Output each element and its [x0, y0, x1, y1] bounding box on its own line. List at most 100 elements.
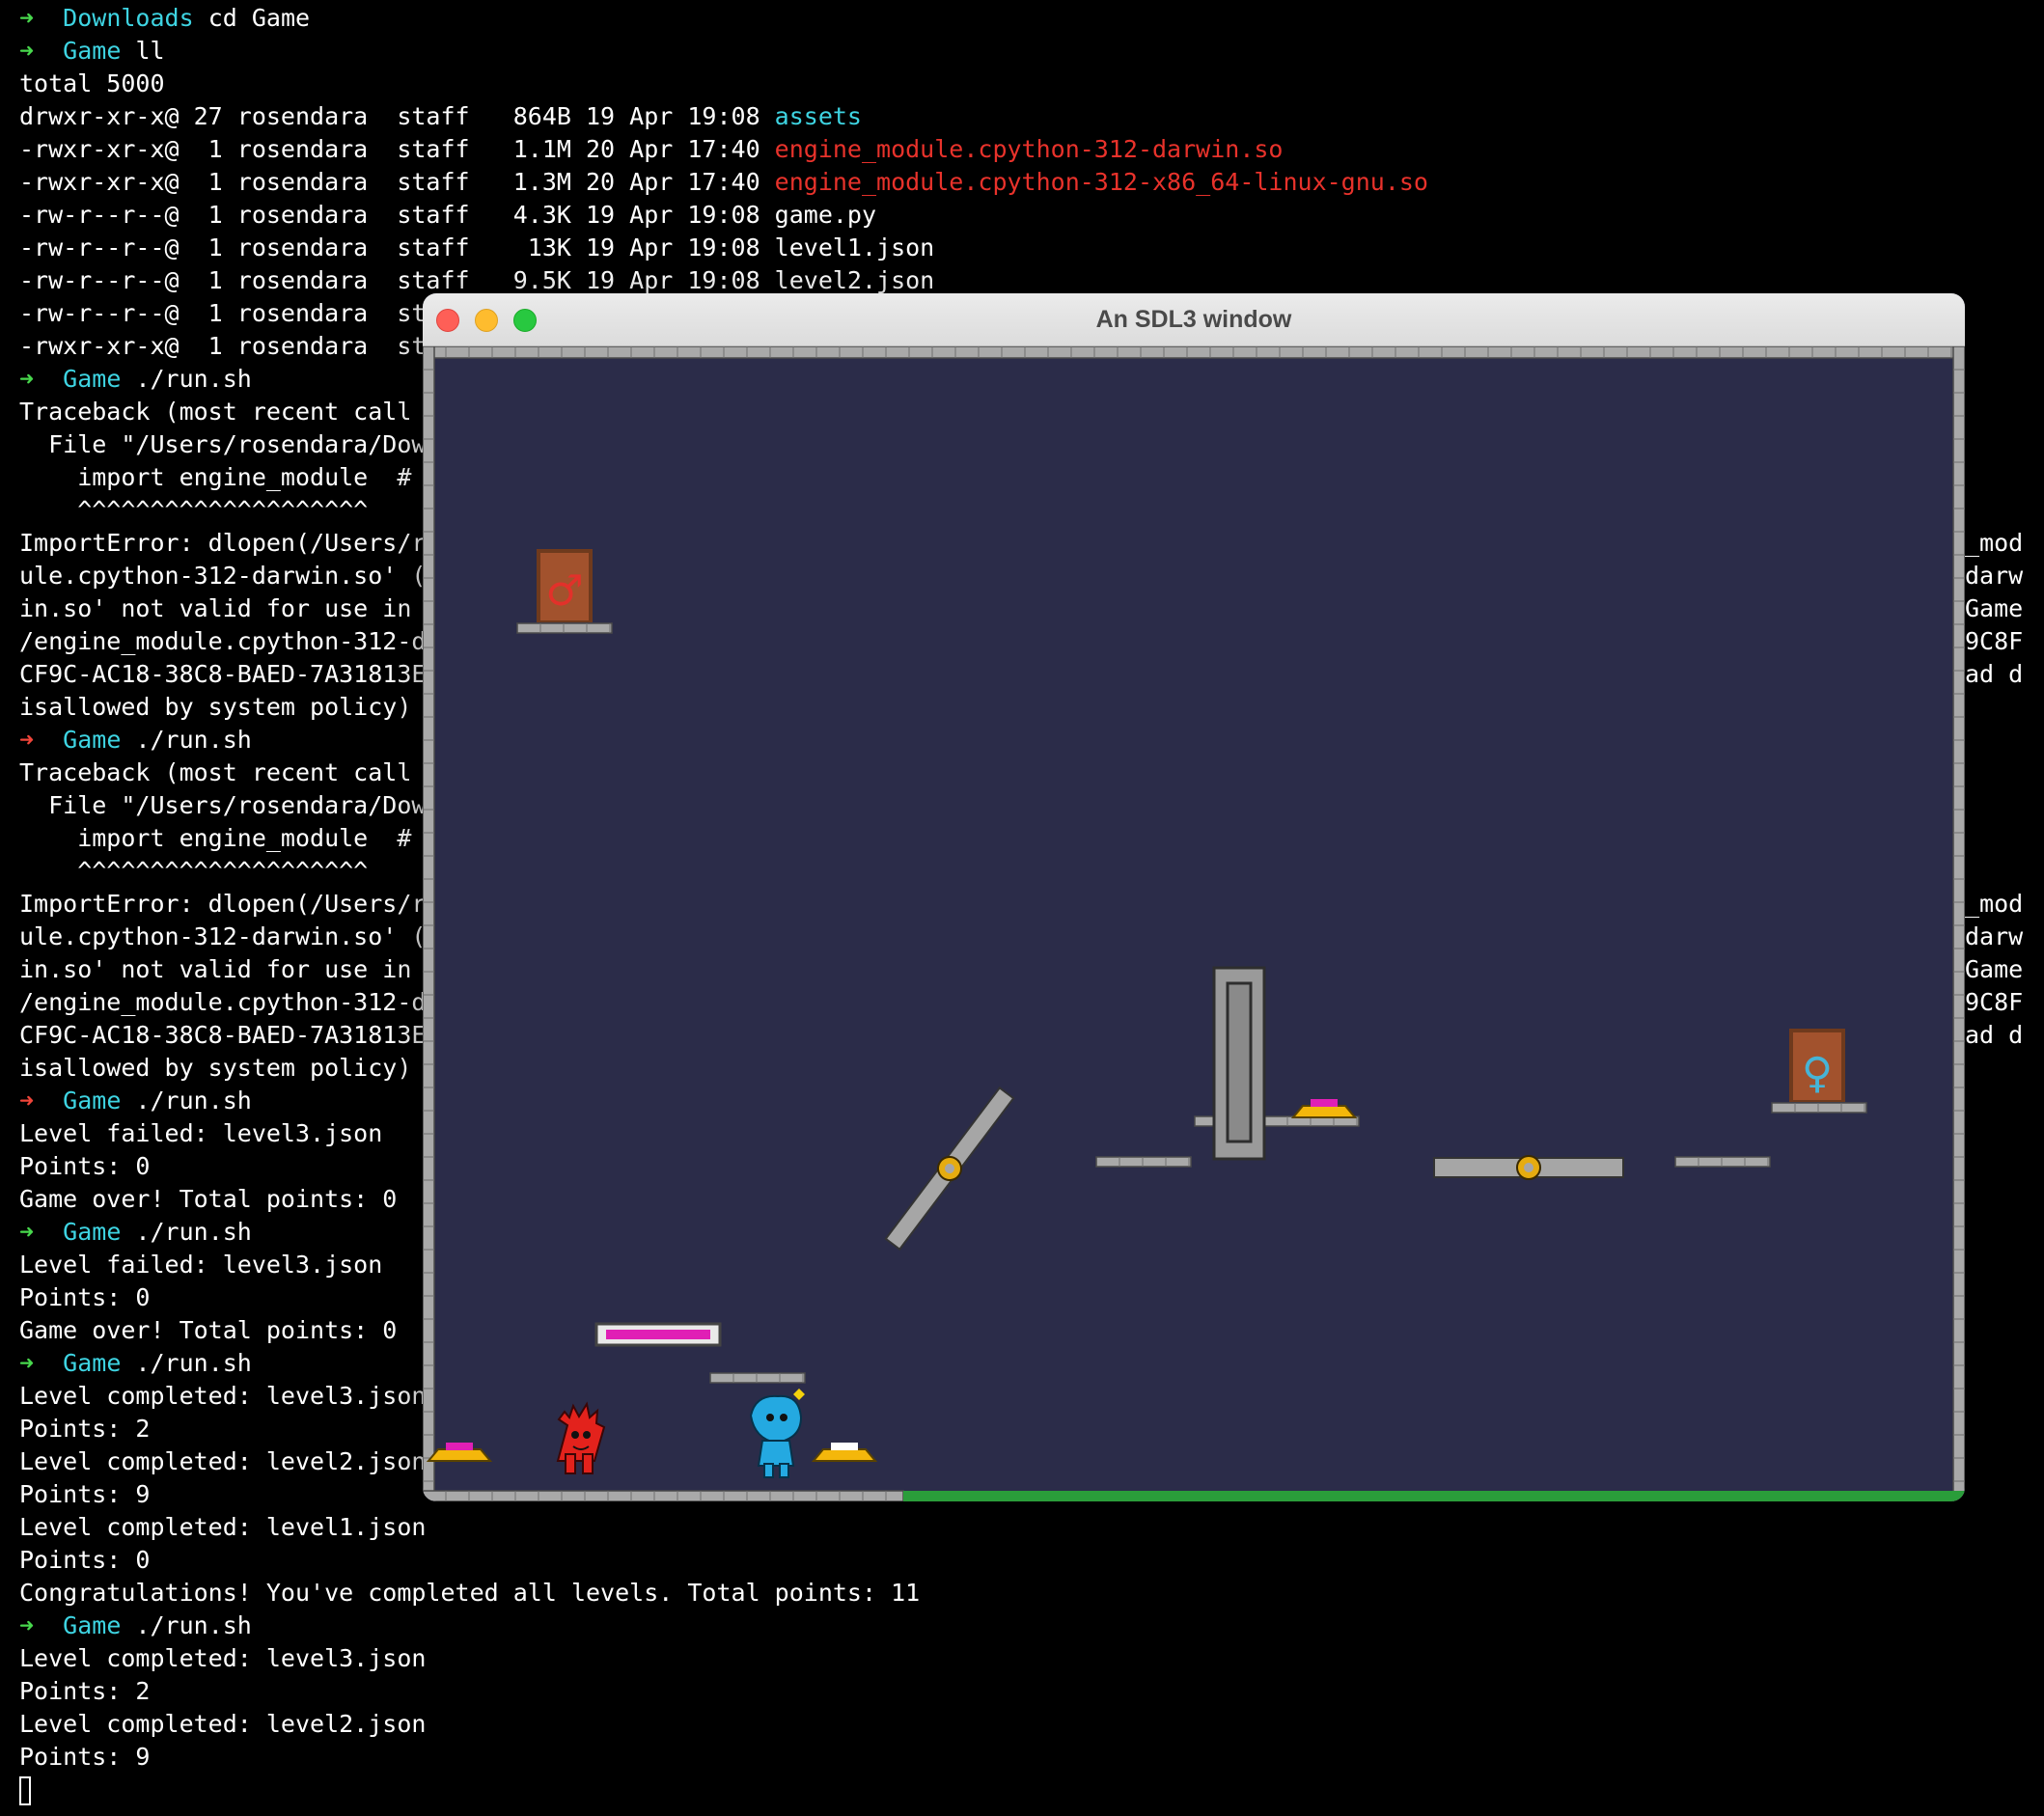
prompt-directory: Game	[63, 726, 122, 754]
prompt-arrow-icon: ➜	[19, 365, 35, 393]
output-text: -rw-r--r--@ 1 rosendara staf	[19, 299, 456, 327]
output-line: ule.cpython-312-darwin.so' (cc	[19, 921, 456, 953]
prompt-line: ➜ Game ./run.sh	[19, 1610, 252, 1642]
output-text: /engine_module.cpython-312-dar	[19, 988, 456, 1016]
output-text: in.so' not valid for use in pr	[19, 955, 456, 983]
output-text: import engine_module # As	[19, 824, 456, 852]
output-text: Points: 0	[19, 1283, 151, 1311]
output-text: Points: 2	[19, 1415, 151, 1443]
window-titlebar[interactable]: An SDL3 window	[423, 293, 1965, 346]
output-line: CF9C-AC18-38C8-BAED-7A31813EAE	[19, 1019, 456, 1052]
game-canvas[interactable]: ♂ ♀	[423, 346, 1965, 1501]
output-line: Points: 9	[19, 1478, 150, 1511]
output-text: -rwxr-xr-x@ 1 rosendara staf	[19, 332, 456, 360]
prompt-command: ./run.sh	[121, 1218, 252, 1246]
prompt-arrow-icon: ➜	[19, 37, 35, 65]
output-line: -rw-r--r--@ 1 rosendara staf	[19, 297, 456, 330]
output-text: Level completed: level3.json	[19, 1382, 427, 1410]
prompt-arrow-icon: ➜	[19, 726, 35, 754]
output-text: in.so' not valid for use in pr	[19, 594, 456, 622]
magenta-elevator-platform	[594, 1322, 722, 1347]
water-exit-door: ♀	[1789, 1029, 1845, 1102]
output-text: ule.cpython-312-darwin.so' (cc	[19, 562, 456, 590]
sdl-game-window[interactable]: An SDL3 window ♂ ♀	[423, 293, 1965, 1501]
output-line: drwxr-xr-x@ 27 rosendara staff 864B 19 A…	[19, 100, 862, 133]
output-line: -rw-r--r--@ 1 rosendara staff 9.5K 19 Ap…	[19, 264, 934, 297]
output-line-fragment: ad d	[1965, 660, 2024, 688]
output-line: isallowed by system policy)	[19, 1052, 411, 1085]
output-text: ule.cpython-312-darwin.so' (cc	[19, 922, 456, 950]
prompt-line: ➜ Game ./run.sh	[19, 724, 252, 757]
top-wall	[423, 346, 1965, 359]
output-line: in.so' not valid for use in pr	[19, 953, 456, 986]
output-line: ImportError: dlopen(/Users/ros	[19, 527, 456, 560]
output-text: ^^^^^^^^^^^^^^^^^^^^	[19, 496, 369, 524]
output-text: Traceback (most recent call la	[19, 758, 456, 786]
output-line: -rw-r--r--@ 1 rosendara staff 13K 19 Apr…	[19, 232, 934, 264]
output-line: Level completed: level3.json	[19, 1380, 426, 1413]
prompt-command: ./run.sh	[121, 1349, 252, 1377]
output-line-fragment: ad d	[1965, 1021, 2024, 1049]
seesaw-platform	[1433, 1155, 1624, 1180]
output-text: ImportError: dlopen(/Users/ros	[19, 890, 456, 918]
prompt-command: ./run.sh	[121, 726, 252, 754]
output-line: Level failed: level3.json	[19, 1117, 382, 1150]
output-line: Level completed: level3.json	[19, 1642, 426, 1675]
output-text: Level completed: level2.json	[19, 1710, 427, 1738]
output-line: isallowed by system policy)	[19, 691, 411, 724]
output-line: ^^^^^^^^^^^^^^^^^^^^	[19, 855, 368, 888]
output-text: CF9C-AC18-38C8-BAED-7A31813EAE	[19, 1021, 456, 1049]
output-line: total 5000	[19, 68, 165, 100]
prompt-line: ➜ Game ./run.sh	[19, 363, 252, 396]
output-text: /engine_module.cpython-312-dar	[19, 627, 456, 655]
file-name: engine_module.cpython-312-darwin.so	[774, 135, 1284, 163]
output-line: CF9C-AC18-38C8-BAED-7A31813EAE	[19, 658, 456, 691]
output-line: Points: 9	[19, 1741, 150, 1774]
prompt-arrow-icon: ➜	[19, 1611, 35, 1639]
output-text: Points: 9	[19, 1480, 151, 1508]
prompt-arrow-icon: ➜	[19, 1087, 35, 1114]
prompt-command: ./run.sh	[121, 1611, 252, 1639]
output-line: -rwxr-xr-x@ 1 rosendara staf	[19, 330, 456, 363]
file-name: engine_module.cpython-312-x86_64-linux-g…	[774, 168, 1428, 196]
prompt-directory: Game	[63, 1349, 122, 1377]
output-text: Points: 2	[19, 1677, 151, 1705]
prompt-arrow-icon: ➜	[19, 1218, 35, 1246]
output-line-fragment: Game	[1965, 594, 2024, 622]
output-line-fragment: 9C8F	[1965, 988, 2024, 1016]
output-text: -rw-r--r--@ 1 rosendara staff 4.3K 19 Ap…	[19, 201, 877, 229]
output-text: Points: 0	[19, 1152, 151, 1180]
output-text: -rw-r--r--@ 1 rosendara staff 13K 19 Apr…	[19, 234, 935, 261]
output-line: Level completed: level2.json	[19, 1445, 426, 1478]
output-text: File "/Users/rosendara/Downl	[19, 791, 456, 819]
output-line-fragment: _mod	[1965, 529, 2024, 557]
output-line: Level failed: level3.json	[19, 1249, 382, 1281]
output-text: Level failed: level3.json	[19, 1119, 383, 1147]
output-line: /engine_module.cpython-312-dar	[19, 986, 456, 1019]
output-line: ule.cpython-312-darwin.so' (cc	[19, 560, 456, 592]
left-wall	[423, 346, 435, 1501]
output-line-fragment: darw	[1965, 562, 2024, 590]
output-line: Game over! Total points: 0	[19, 1314, 397, 1347]
window-title: An SDL3 window	[1095, 306, 1292, 333]
output-line: Congratulations! You've completed all le…	[19, 1577, 920, 1610]
prompt-line: ➜ Game ./run.sh	[19, 1347, 252, 1380]
right-ledge	[1674, 1156, 1771, 1168]
prompt-arrow-icon: ➜	[19, 1349, 35, 1377]
output-text: Level completed: level1.json	[19, 1513, 427, 1541]
prompt-command: cd Game	[193, 4, 311, 32]
output-line: Level completed: level2.json	[19, 1708, 426, 1741]
output-text: Level completed: level3.json	[19, 1644, 427, 1672]
output-line: Level completed: level1.json	[19, 1511, 426, 1544]
prompt-directory: Game	[63, 37, 122, 65]
male-symbol-icon: ♂	[545, 566, 583, 616]
output-text: Level completed: level2.json	[19, 1447, 427, 1475]
output-line: Points: 2	[19, 1675, 150, 1708]
prompt-directory: Game	[63, 1087, 122, 1114]
output-line: Points: 0	[19, 1544, 150, 1577]
door-ledge-right	[1771, 1102, 1867, 1114]
output-text: ^^^^^^^^^^^^^^^^^^^^	[19, 857, 369, 885]
output-text: drwxr-xr-x@ 27 rosendara staff 864B 19 A…	[19, 102, 775, 130]
output-text: Game over! Total points: 0	[19, 1185, 398, 1213]
output-text: CF9C-AC18-38C8-BAED-7A31813EAE	[19, 660, 456, 688]
